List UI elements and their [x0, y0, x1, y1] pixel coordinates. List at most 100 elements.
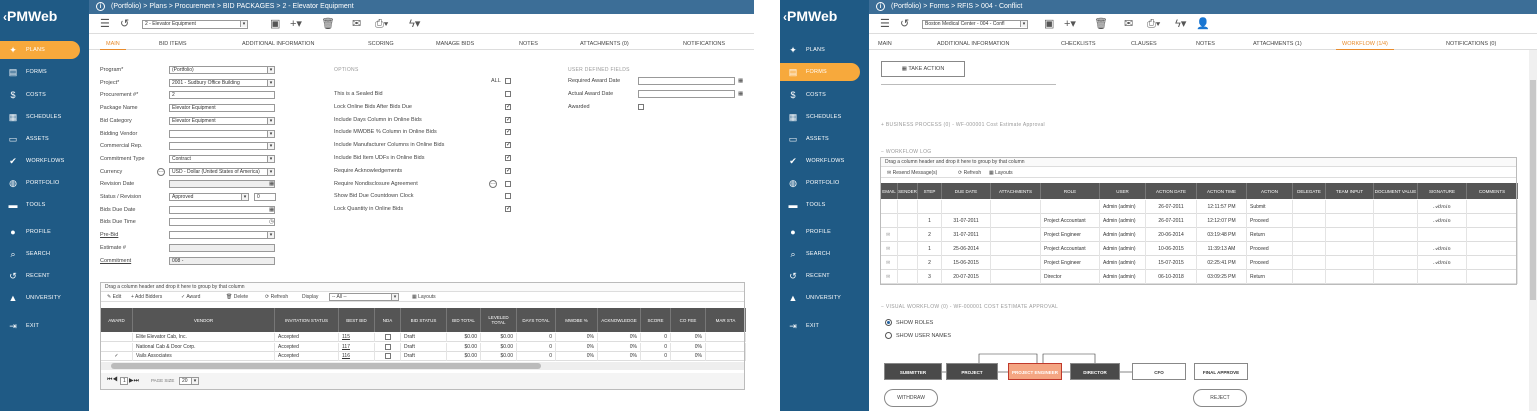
tab-clauses[interactable]: CLAUSES — [1131, 41, 1157, 47]
field-status-revision[interactable]: Approved — [169, 193, 249, 201]
page-size-select[interactable]: 20 — [179, 377, 199, 385]
user-icon[interactable]: 👤 — [1196, 18, 1210, 30]
workflow-action-icon[interactable]: ϟ▾ — [409, 18, 420, 30]
field-currency[interactable]: USD - Dollar (United States of America) — [169, 167, 275, 176]
column-header[interactable]: TEAM INPUT — [1326, 183, 1374, 199]
reject-button[interactable]: REJECT — [1193, 389, 1247, 407]
option-checkbox[interactable]: ✓ — [505, 206, 511, 213]
tab-scoring[interactable]: SCORING — [368, 41, 394, 47]
info-icon[interactable]: i — [876, 2, 885, 11]
edit-button[interactable]: ✎ Edit — [107, 293, 121, 302]
sidebar-item-university[interactable]: ▲ UNIVERSITY — [780, 289, 869, 307]
workflow-log-title[interactable]: − WORKFLOW LOG — [881, 149, 931, 155]
tab-additional-information[interactable]: ADDITIONAL INFORMATION — [242, 41, 314, 47]
option-checkbox[interactable]: ✓ — [505, 129, 511, 136]
save-icon[interactable]: ▣ — [1044, 18, 1054, 30]
column-header[interactable]: MWDBE % — [556, 308, 598, 332]
tab-attachments-[interactable]: ATTACHMENTS (1) — [1253, 41, 1302, 47]
column-header[interactable]: AWARD — [101, 308, 133, 332]
column-header[interactable]: ACTION — [1247, 183, 1293, 199]
column-header[interactable]: ACTION DATE — [1146, 183, 1197, 199]
table-cell[interactable]: 117 — [339, 342, 375, 352]
sidebar-item-assets[interactable]: ▭ ASSETS — [780, 130, 869, 148]
business-process-title[interactable]: + BUSINESS PROCESS (0) - WF-000001 Cost … — [881, 122, 1045, 128]
workflow-node-submitter[interactable]: SUBMITTER — [884, 363, 942, 380]
sidebar-item-forms[interactable]: ▤ FORMS — [0, 63, 89, 81]
refresh-button[interactable]: ⟳ Refresh — [265, 293, 288, 302]
list-icon[interactable]: ☰ — [880, 18, 890, 30]
add-icon[interactable]: +▾ — [1064, 18, 1076, 30]
column-header[interactable]: STEP — [918, 183, 942, 199]
print-icon[interactable]: ⎙▾ — [1147, 18, 1160, 30]
udf-date-field[interactable] — [638, 90, 735, 98]
workflow-node-cfo[interactable]: CFO — [1132, 363, 1186, 380]
delete-icon[interactable]: 🗑 — [321, 18, 335, 30]
column-header[interactable]: DAYS TOTAL — [517, 308, 556, 332]
column-header[interactable]: CO FEE — [671, 308, 706, 332]
add-bidders-button[interactable]: + Add Bidders — [131, 293, 162, 302]
sidebar-item-recent[interactable]: ↺ RECENT — [780, 267, 869, 285]
history-icon[interactable]: ↺ — [120, 18, 129, 30]
field-program[interactable]: (Portfolio) — [169, 66, 275, 74]
take-action-button[interactable]: ▦ TAKE ACTION — [881, 61, 965, 77]
breadcrumb[interactable]: (Portfolio) > Plans > Procurement > BID … — [111, 3, 354, 10]
option-checkbox[interactable] — [505, 91, 511, 97]
refresh-button[interactable]: ⟳ Refresh — [958, 169, 981, 178]
sidebar-item-workflows[interactable]: ✔ WORKFLOWS — [780, 152, 869, 170]
column-header[interactable]: ROLE — [1041, 183, 1100, 199]
column-header[interactable]: BEST BID — [339, 308, 375, 332]
table-row[interactable]: 1 31-07-2011 Project Accountant Admin (admi… — [881, 214, 1518, 228]
sidebar-item-recent[interactable]: ↺ RECENT — [0, 267, 89, 285]
email-icon[interactable]: ✉ — [881, 274, 890, 280]
sidebar-item-plans[interactable]: ✦ PLANS — [780, 41, 869, 59]
column-header[interactable]: EMAIL — [881, 183, 898, 199]
sidebar-item-portfolio[interactable]: ◍ PORTFOLIO — [0, 174, 89, 192]
pager-next-icon[interactable]: ▶⏭ — [129, 377, 139, 385]
column-header[interactable]: SENDER — [898, 183, 918, 199]
nda-checkbox[interactable] — [385, 343, 391, 350]
field-commitment-type[interactable]: Contract — [169, 154, 275, 163]
info-icon[interactable]: i — [96, 2, 105, 11]
table-cell[interactable]: 115 — [339, 333, 375, 342]
column-header[interactable]: LEVELED TOTAL — [481, 308, 517, 332]
column-header[interactable]: SCORE — [641, 308, 671, 332]
tab-attachments-[interactable]: ATTACHMENTS (0) — [580, 41, 629, 47]
delete-button[interactable]: 🗑 Delete — [226, 293, 248, 302]
award-button[interactable]: ✓ Award — [181, 293, 200, 302]
awarded-checkbox[interactable] — [638, 104, 644, 110]
sidebar-item-workflows[interactable]: ✔ WORKFLOWS — [0, 152, 89, 170]
option-checkbox[interactable]: ✓ — [505, 167, 511, 174]
calendar-icon[interactable]: ▦ — [269, 207, 274, 213]
tab-main[interactable]: MAIN — [100, 41, 126, 50]
field-package-name[interactable]: Elevator Equipment — [169, 104, 275, 113]
sidebar-item-portfolio[interactable]: ◍ PORTFOLIO — [780, 174, 869, 192]
email-icon[interactable]: ✉ — [352, 18, 361, 30]
tab-manage-bids[interactable]: MANAGE BIDS — [436, 41, 474, 47]
sidebar-item-exit[interactable]: ⇥ EXIT — [0, 317, 89, 335]
option-checkbox[interactable] — [505, 193, 511, 200]
layouts-button[interactable]: ▦ Layouts — [989, 169, 1013, 178]
nda-more-icon[interactable]: … — [489, 179, 497, 188]
vertical-scrollbar[interactable] — [1529, 50, 1537, 411]
workflow-node-final-approve[interactable]: FINAL APPROVE — [1194, 363, 1248, 380]
layouts-button[interactable]: ▦ Layouts — [412, 293, 436, 302]
tab-workflow-[interactable]: WORKFLOW (1/4) — [1336, 41, 1394, 50]
horizontal-scrollbar[interactable] — [101, 362, 744, 370]
pager-first-icon[interactable]: ⏮◀ — [107, 377, 118, 384]
email-icon[interactable]: ✉ — [881, 260, 890, 266]
column-header[interactable]: COMMENTS — [1467, 183, 1518, 199]
sidebar-item-tools[interactable]: ▬ TOOLS — [780, 196, 869, 214]
sidebar-item-search[interactable]: ⌕ SEARCH — [0, 245, 89, 263]
column-header[interactable]: VENDOR — [133, 308, 275, 332]
field-label[interactable]: Pre-Bid — [100, 232, 118, 238]
column-header[interactable]: ATTACHMENTS — [991, 183, 1041, 199]
sidebar-item-university[interactable]: ▲ UNIVERSITY — [0, 289, 89, 307]
sidebar-item-schedules[interactable]: ▦ SCHEDULES — [780, 108, 869, 126]
sidebar-item-schedules[interactable]: ▦ SCHEDULES — [0, 108, 89, 126]
option-checkbox[interactable]: ✓ — [505, 116, 511, 123]
tab-notes[interactable]: NOTES — [519, 41, 538, 47]
tab-notes[interactable]: NOTES — [1196, 41, 1215, 47]
tab-bid-items[interactable]: BID ITEMS — [159, 41, 187, 47]
table-row[interactable]: Elite Elevator Cab, Inc. Accepted 115 Draft… — [101, 333, 746, 342]
table-row[interactable]: ✉ 2 15-06-2015 Project Engineer Admin (admin… — [881, 256, 1518, 270]
